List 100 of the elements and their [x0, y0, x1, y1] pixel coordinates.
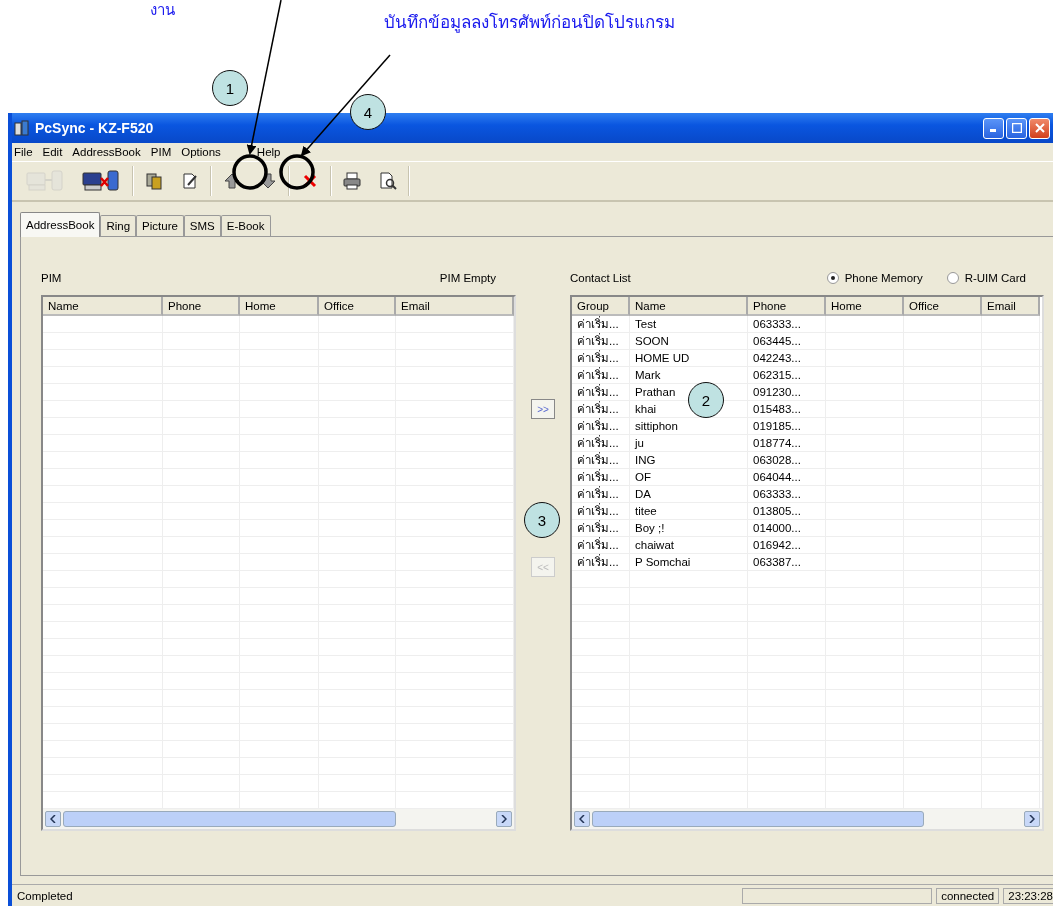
- table-cell: 015483...: [748, 401, 826, 418]
- table-cell: sittiphon: [630, 418, 748, 435]
- table-cell: 063445...: [748, 333, 826, 350]
- annotation-text: งาน: [150, 0, 175, 21]
- table-cell: ING: [630, 452, 748, 469]
- table-cell: ค่าเริ่ม...: [572, 554, 630, 571]
- down-arrow-icon: [259, 172, 277, 190]
- table-cell: ค่าเริ่ม...: [572, 418, 630, 435]
- tab[interactable]: Ring: [100, 215, 137, 236]
- table-cell: 063333...: [748, 486, 826, 503]
- tab[interactable]: AddressBook: [20, 212, 101, 237]
- table-cell: ju: [630, 435, 748, 452]
- tab[interactable]: E-Book: [220, 215, 271, 236]
- menu-item[interactable]: Edit: [42, 146, 63, 158]
- cards-icon: [145, 172, 163, 190]
- table-cell: ค่าเริ่ม...: [572, 316, 630, 333]
- table-cell: 014000...: [748, 520, 826, 537]
- status-message: Completed: [16, 888, 74, 904]
- table-cell: P Somchai: [630, 554, 748, 571]
- radio-label[interactable]: Phone Memory: [844, 272, 923, 284]
- minimize-button[interactable]: [983, 117, 1004, 139]
- panel-label: PIM: [41, 272, 62, 284]
- highlight-ring: [279, 154, 315, 190]
- table-cell: ค่าเริ่ม...: [572, 503, 630, 520]
- table-cell: chaiwat: [630, 537, 748, 554]
- column-header[interactable]: Home: [826, 297, 904, 316]
- scrollbar-thumb[interactable]: [63, 811, 396, 827]
- scroll-right-icon[interactable]: [496, 811, 512, 827]
- column-header[interactable]: Home: [240, 297, 319, 316]
- column-header[interactable]: Email: [396, 297, 514, 316]
- table-cell: SOON: [630, 333, 748, 350]
- table-cell: 091230...: [748, 384, 826, 401]
- up-arrow-icon: [223, 172, 241, 190]
- table-cell: 042243...: [748, 350, 826, 367]
- table-cell: DA: [630, 486, 748, 503]
- column-header[interactable]: Email: [982, 297, 1040, 316]
- menu-item[interactable]: Options: [181, 146, 221, 158]
- delete-icon: [303, 174, 317, 188]
- table-cell: ค่าเริ่ม...: [572, 367, 630, 384]
- app-icon: [14, 120, 30, 136]
- table-cell: ค่าเริ่ม...: [572, 401, 630, 418]
- pim-table[interactable]: Name Phone Home Office Email: [41, 295, 516, 831]
- callout-marker: 4: [350, 94, 386, 130]
- printer-icon: [343, 172, 361, 190]
- table-cell: 062315...: [748, 367, 826, 384]
- table-cell: 016942...: [748, 537, 826, 554]
- column-header[interactable]: Name: [630, 297, 748, 316]
- scrollbar-thumb[interactable]: [592, 811, 924, 827]
- radio-button[interactable]: [826, 272, 839, 284]
- table-cell: 013805...: [748, 503, 826, 520]
- column-header[interactable]: Office: [904, 297, 982, 316]
- table-cell: ค่าเริ่ม...: [572, 520, 630, 537]
- column-header[interactable]: Name: [43, 297, 163, 316]
- menu-item[interactable]: Help: [256, 146, 281, 158]
- table-cell: ค่าเริ่ม...: [572, 469, 630, 486]
- menu-item[interactable]: File: [14, 146, 33, 158]
- maximize-button[interactable]: [1006, 117, 1027, 139]
- table-cell: ค่าเริ่ม...: [572, 435, 630, 452]
- table-cell: ค่าเริ่ม...: [572, 486, 630, 503]
- computer-phone-icon: [26, 170, 66, 192]
- table-cell: 063387...: [748, 554, 826, 571]
- table-cell: ค่าเริ่ม...: [572, 333, 630, 350]
- table-cell: OF: [630, 469, 748, 486]
- print-preview-icon: [379, 172, 397, 190]
- table-cell: ค่าเริ่ม...: [572, 350, 630, 367]
- maximize-icon: [1011, 123, 1022, 133]
- scroll-left-icon[interactable]: [45, 811, 61, 827]
- column-header[interactable]: Group: [572, 297, 630, 316]
- computer-phone-icon: [82, 170, 122, 192]
- scroll-right-icon[interactable]: [1024, 811, 1040, 827]
- radio-button[interactable]: [946, 272, 959, 284]
- menu-item[interactable]: PIM: [150, 146, 172, 158]
- table-cell: ค่าเริ่ม...: [572, 384, 630, 401]
- tab[interactable]: Picture: [136, 215, 184, 236]
- table-cell: 064044...: [748, 469, 826, 486]
- table-cell: HOME UD: [630, 350, 748, 367]
- table-cell: Boy ;!: [630, 520, 748, 537]
- table-cell: 063333...: [748, 316, 826, 333]
- callout-marker: 1: [212, 70, 248, 106]
- status-time: 23:23:28: [1003, 887, 1053, 904]
- window-title: PcSync - KZ-F520: [35, 120, 154, 136]
- column-header[interactable]: Office: [319, 297, 396, 316]
- table-cell: Test: [630, 316, 748, 333]
- edit-document-icon: [181, 172, 199, 190]
- table-cell: ค่าเริ่ม...: [572, 537, 630, 554]
- connection-status: connected: [936, 887, 1000, 904]
- column-header[interactable]: Phone: [748, 297, 826, 316]
- table-cell: 063028...: [748, 452, 826, 469]
- transfer-button[interactable]: >>: [531, 399, 555, 419]
- table-cell: titee: [630, 503, 748, 520]
- radio-label[interactable]: R-UIM Card: [964, 272, 1026, 284]
- table-cell: ค่าเริ่ม...: [572, 452, 630, 469]
- close-icon: [1034, 123, 1045, 133]
- panel-label: Contact List: [570, 272, 631, 284]
- menu-item[interactable]: AddressBook: [72, 146, 141, 158]
- column-header[interactable]: Phone: [163, 297, 240, 316]
- tab[interactable]: SMS: [183, 215, 221, 236]
- status-label: PIM Empty: [439, 272, 496, 284]
- close-button[interactable]: [1029, 117, 1050, 139]
- scroll-left-icon[interactable]: [574, 811, 590, 827]
